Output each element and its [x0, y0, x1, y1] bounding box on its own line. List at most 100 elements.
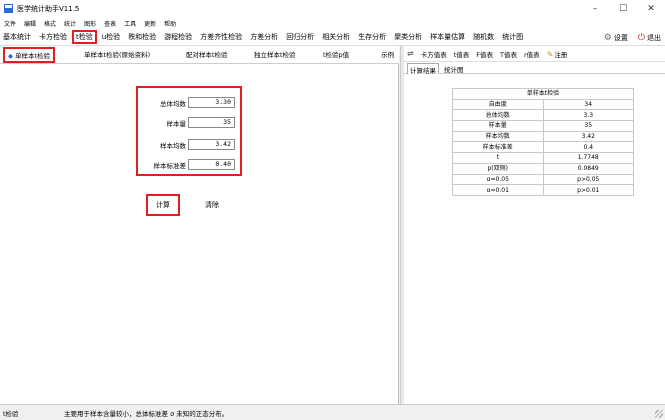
- status-bar: t检验 主要用于样本含量较小，总体标准差 σ 未知的正态分布。: [0, 404, 665, 420]
- lookup-toolbar: ⇌ 卡方值表 t值表 F值表 T值表 r值表 ✎注册: [404, 46, 665, 62]
- menu-tools[interactable]: 工具: [124, 19, 136, 28]
- settings-button[interactable]: ⚙ 设置: [604, 33, 628, 43]
- table-row: 自由度 34: [452, 98, 634, 111]
- parameter-box: 总体均数 3.30 样本量 35 样本均数 3.42 样本标准差 0.40: [136, 86, 242, 176]
- menu-update[interactable]: 更新: [144, 19, 156, 28]
- tab-independent-t[interactable]: 独立样本t检验: [254, 49, 296, 59]
- main-toolbar: 基本统计 卡方检验 t检验 u检验 秩和检验 游程检验 方差齐性检验 方差分析 …: [0, 29, 665, 46]
- row-label: p(双侧): [452, 162, 544, 175]
- menu-graph[interactable]: 图形: [84, 19, 96, 28]
- row-label: 样本均数: [452, 130, 544, 143]
- menu-help[interactable]: 帮助: [164, 19, 176, 28]
- toolbar-sample-size[interactable]: 样本量估算: [427, 30, 468, 44]
- toolbar-random[interactable]: 随机数: [470, 30, 497, 44]
- tab-example[interactable]: 示例: [381, 49, 394, 59]
- toolbar-charts[interactable]: 统计图: [499, 30, 526, 44]
- toolbar-correlation[interactable]: 相关分析: [319, 30, 353, 44]
- row-value: 35: [542, 120, 634, 132]
- toolbar-rank-sum[interactable]: 秩和检验: [125, 30, 159, 44]
- toolbar-cluster[interactable]: 聚类分析: [391, 30, 425, 44]
- field-sample-mean: 样本均数 3.42: [138, 138, 238, 151]
- exit-button[interactable]: ⏻ 退出: [638, 33, 661, 43]
- row-label: 总体均数: [452, 109, 544, 122]
- r-table-button[interactable]: r值表: [524, 49, 540, 59]
- pencil-icon: ✎: [546, 49, 554, 59]
- toolbar-regression[interactable]: 回归分析: [283, 30, 317, 44]
- resize-grip[interactable]: [655, 410, 663, 418]
- status-mode: t检验: [3, 409, 19, 418]
- table-row: α=0.05 p>0.05: [452, 173, 634, 186]
- window-title: 医学统计助手V11.5: [17, 4, 80, 13]
- t-table-button[interactable]: t值表: [454, 49, 470, 59]
- chi-square-table-button[interactable]: 卡方值表: [421, 49, 447, 59]
- close-button[interactable]: ✕: [637, 0, 665, 17]
- row-value: 3.42: [542, 130, 634, 143]
- result-tabs: 计算结果 统计图: [404, 62, 665, 76]
- row-value: 34: [542, 98, 634, 111]
- row-value: p>0.01: [542, 184, 634, 196]
- toolbar-survival[interactable]: 生存分析: [355, 30, 389, 44]
- tab-one-sample-t-raw[interactable]: 单样本t检验(原始资料): [84, 49, 150, 59]
- clear-button[interactable]: 清除: [198, 197, 226, 213]
- menu-lookup[interactable]: 查表: [104, 19, 116, 28]
- field-label: 总体均数: [160, 99, 186, 108]
- results-panel: 单样本t检验 自由度 34 总体均数 3.3 样本量 35 样本均数 3.42 样本标准…: [404, 74, 665, 404]
- toolbar-t-test[interactable]: t检验: [72, 30, 97, 44]
- menu-file[interactable]: 文件: [4, 19, 16, 28]
- tab-t-pvalue[interactable]: t检验p值: [323, 49, 349, 59]
- menu-format[interactable]: 格式: [44, 19, 56, 28]
- table-row: 总体均数 3.3: [452, 109, 634, 122]
- row-label: t: [452, 152, 544, 164]
- menu-stats[interactable]: 统计: [64, 19, 76, 28]
- row-label: 样本量: [452, 120, 544, 132]
- register-button[interactable]: ✎注册: [547, 49, 568, 59]
- settings-label: 设置: [613, 33, 628, 42]
- field-population-mean: 总体均数 3.30: [138, 96, 238, 109]
- toolbar-anova[interactable]: 方差分析: [247, 30, 281, 44]
- f-table-button[interactable]: F值表: [476, 49, 493, 59]
- toolbar-basic-stats[interactable]: 基本统计: [0, 30, 34, 44]
- diamond-icon: ◆: [8, 52, 13, 60]
- app-icon: [4, 4, 13, 13]
- sample-size-input[interactable]: 35: [188, 117, 235, 128]
- row-value: 0.4: [542, 141, 634, 154]
- table-row: 样本均数 3.42: [452, 130, 634, 143]
- row-value: p>0.05: [542, 173, 634, 186]
- minimize-button[interactable]: –: [581, 0, 609, 17]
- menu-bar: 文件 编辑 格式 统计 图形 查表 工具 更新 帮助: [0, 17, 665, 29]
- swap-icon[interactable]: ⇌: [407, 49, 414, 58]
- sample-sd-input[interactable]: 0.40: [188, 159, 235, 170]
- table-row: p(双侧) 0.0849: [452, 162, 634, 175]
- table-title-row: 单样本t检验: [452, 88, 634, 100]
- gear-icon: ⚙: [603, 32, 612, 43]
- maximize-button[interactable]: ☐: [609, 0, 637, 17]
- table-row: 样本标准差 0.4: [452, 141, 634, 154]
- field-sample-size: 样本量 35: [138, 116, 238, 129]
- table-row: α=0.01 p>0.01: [452, 184, 634, 196]
- tab-one-sample-t-label: 单样本t检验: [15, 52, 51, 60]
- power-icon: ⏻: [637, 32, 645, 43]
- population-mean-input[interactable]: 3.30: [188, 97, 235, 108]
- status-message: 主要用于样本含量较小，总体标准差 σ 未知的正态分布。: [64, 409, 229, 418]
- toolbar-runs-test[interactable]: 游程检验: [161, 30, 195, 44]
- field-label: 样本标准差: [153, 161, 187, 170]
- calculate-button[interactable]: 计算: [146, 194, 180, 216]
- table-row: t 1.7748: [452, 152, 634, 164]
- tab-one-sample-t[interactable]: ◆ 单样本t检验: [3, 47, 56, 63]
- row-label: α=0.01: [452, 184, 544, 196]
- tab-paired-t[interactable]: 配对样本t检验: [186, 49, 228, 59]
- register-label: 注册: [554, 50, 568, 59]
- sample-mean-input[interactable]: 3.42: [188, 139, 235, 150]
- row-value: 0.0849: [542, 162, 634, 175]
- toolbar-u-test[interactable]: u检验: [99, 30, 123, 44]
- T-table-button[interactable]: T值表: [500, 49, 517, 59]
- menu-edit[interactable]: 编辑: [24, 19, 36, 28]
- field-label: 样本量: [166, 119, 187, 128]
- toolbar-variance-homogeneity[interactable]: 方差齐性检验: [197, 30, 245, 44]
- row-label: α=0.05: [452, 173, 544, 186]
- left-subtabs: ◆ 单样本t检验 单样本t检验(原始资料) 配对样本t检验 独立样本t检验 t检验…: [0, 46, 399, 64]
- title-bar: 医学统计助手V11.5 – ☐ ✕: [0, 0, 665, 17]
- row-value: 1.7748: [542, 152, 634, 164]
- toolbar-chi-square[interactable]: 卡方检验: [36, 30, 70, 44]
- row-label: 自由度: [452, 98, 544, 111]
